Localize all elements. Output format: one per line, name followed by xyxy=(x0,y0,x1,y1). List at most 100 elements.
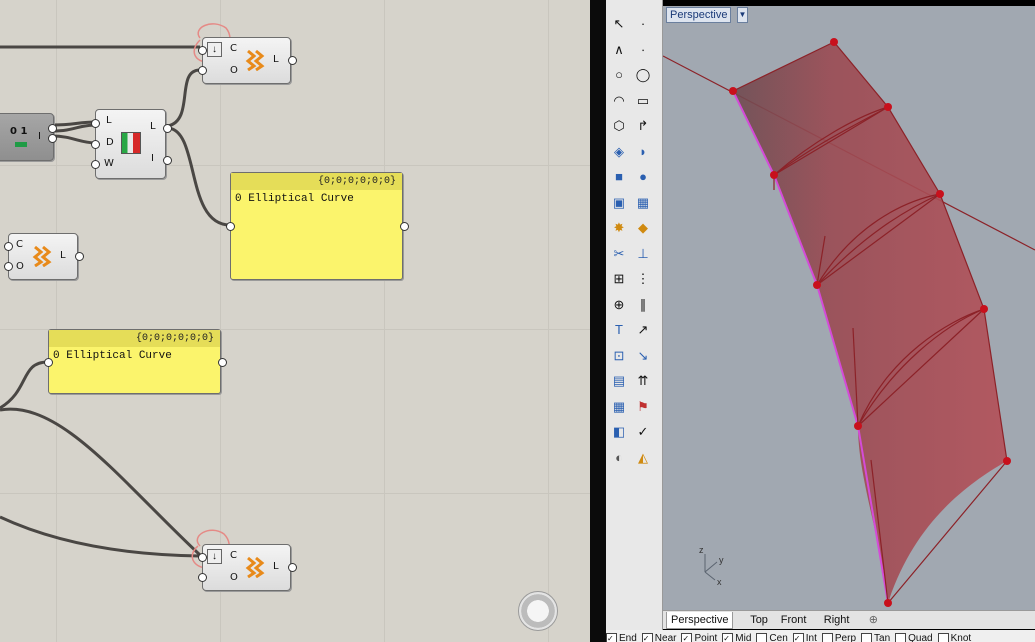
navigation-wheel-icon[interactable] xyxy=(518,591,558,631)
input-grip[interactable] xyxy=(91,119,100,128)
checkbox[interactable]: ✓ xyxy=(606,632,617,642)
osnap-mid[interactable]: ✓ Mid xyxy=(722,630,751,642)
output-grip[interactable] xyxy=(400,222,409,231)
loft-icon[interactable]: ◗ xyxy=(633,142,653,162)
snap-icon[interactable]: ⚑ xyxy=(633,397,653,417)
properties-icon[interactable]: ⇈ xyxy=(633,371,653,391)
fillet-icon[interactable]: ↱ xyxy=(633,116,653,136)
rhino-toolbar: ↖ · ∧ ∙ ○ ◯ ◠ ▭ ⬡ ↱ ◈ ◗ ■ ● ▣ ▦ ✸ ◆ ✂ ⊥ ⊞ ⋮ ⊕ ∥ T ↗ ⊡ ↘ ▤ ⇈ ▦ ⚑ ◧ ✓ ◐ ◭ xyxy=(606,0,663,630)
input-grip[interactable] xyxy=(91,140,100,149)
checkbox[interactable] xyxy=(861,632,873,642)
checkbox[interactable]: ✓ xyxy=(792,632,804,642)
array-icon[interactable]: ⋮ xyxy=(633,269,653,289)
osnap-end[interactable]: ✓ End xyxy=(606,630,637,642)
checkbox[interactable]: ✓ xyxy=(641,632,653,642)
polygon-icon[interactable]: ⬡ xyxy=(609,116,629,136)
viewport-title[interactable]: Perspective xyxy=(666,7,732,23)
osnap-tan[interactable]: Tan xyxy=(861,630,890,642)
cylinder-icon[interactable]: ▣ xyxy=(609,193,629,213)
layer-icon[interactable]: ◧ xyxy=(609,422,629,442)
arc-icon[interactable]: ◠ xyxy=(609,91,629,111)
analysis-icon[interactable]: ↘ xyxy=(633,346,653,366)
circle-icon[interactable]: ○ xyxy=(609,65,629,85)
panel-path-header: {0;0;0;0;0;0} xyxy=(231,173,402,190)
curve-component-left[interactable]: C O L xyxy=(4,233,84,280)
shade-icon[interactable]: ◐ xyxy=(609,448,629,468)
osnap-quad[interactable]: Quad xyxy=(895,630,933,642)
perspective-viewport[interactable]: z y x Perspective ▼ xyxy=(663,6,1035,610)
add-tab-icon[interactable]: ⊕ xyxy=(865,612,882,628)
output-grip[interactable] xyxy=(48,124,57,133)
checkbox[interactable]: ✓ xyxy=(681,632,693,642)
checkbox[interactable] xyxy=(937,632,949,642)
tab-right[interactable]: Right xyxy=(820,612,854,628)
output-grip[interactable] xyxy=(288,56,297,65)
flatten-icon[interactable]: ↓ xyxy=(207,549,222,564)
checkbox[interactable] xyxy=(756,632,768,642)
explode-icon[interactable]: ✸ xyxy=(609,218,629,238)
input-grip[interactable] xyxy=(198,573,207,582)
check-icon[interactable]: ✓ xyxy=(633,422,653,442)
sphere-icon[interactable]: ● xyxy=(633,167,653,187)
input-grip[interactable] xyxy=(44,358,53,367)
grid-icon[interactable]: ▦ xyxy=(609,397,629,417)
rectangle-icon[interactable]: ▭ xyxy=(633,91,653,111)
osnap-cen[interactable]: Cen xyxy=(756,630,788,642)
tab-top[interactable]: Top xyxy=(746,612,772,628)
dimension-icon[interactable]: ↗ xyxy=(633,320,653,340)
list-item-component[interactable]: L D W L I xyxy=(91,109,172,179)
input-grip[interactable] xyxy=(4,242,13,251)
osnap-point[interactable]: ✓ Point xyxy=(681,630,717,642)
polyline-icon[interactable]: ∧ xyxy=(609,40,629,60)
input-grip[interactable] xyxy=(226,222,235,231)
input-grip[interactable] xyxy=(4,262,13,271)
group-icon[interactable]: ⊞ xyxy=(609,269,629,289)
input-grip[interactable] xyxy=(198,553,207,562)
boolean-icon[interactable]: ◆ xyxy=(633,218,653,238)
join-icon[interactable]: ⊕ xyxy=(609,295,629,315)
point-icon[interactable]: · xyxy=(633,14,653,34)
curve-component-top[interactable]: ↓ C O L xyxy=(198,37,297,84)
select-icon[interactable]: ↖ xyxy=(609,14,629,34)
wire xyxy=(167,126,231,227)
output-grip[interactable] xyxy=(163,124,172,133)
offset-icon[interactable]: ∥ xyxy=(633,295,653,315)
text-panel[interactable]: {0;0;0;0;0;0} 0 Elliptical Curve xyxy=(226,172,409,280)
viewport-canvas[interactable]: z y x xyxy=(663,6,1035,610)
checkbox[interactable] xyxy=(821,632,833,642)
transform-icon[interactable]: ⊡ xyxy=(609,346,629,366)
curve-component-bottom[interactable]: ↓ C O L xyxy=(198,544,297,591)
pane-divider[interactable] xyxy=(590,0,606,642)
grasshopper-canvas[interactable]: ↓ C O L 0 1 I L D W L I C O L ↓ C O L {0… xyxy=(0,0,590,642)
input-grip[interactable] xyxy=(198,46,207,55)
input-grip[interactable] xyxy=(91,160,100,169)
output-grip[interactable] xyxy=(75,252,84,261)
trim-icon[interactable]: ⊥ xyxy=(633,244,653,264)
output-grip[interactable] xyxy=(288,563,297,572)
chevron-down-icon[interactable]: ▼ xyxy=(737,7,748,23)
curve-icon[interactable]: ∙ xyxy=(633,40,653,60)
text-icon[interactable]: T xyxy=(609,320,629,340)
material-icon[interactable]: ◭ xyxy=(633,448,653,468)
checkbox[interactable]: ✓ xyxy=(722,632,734,642)
tab-perspective[interactable]: Perspective xyxy=(666,612,734,629)
render-icon[interactable]: ▤ xyxy=(609,371,629,391)
tab-front[interactable]: Front xyxy=(777,612,811,628)
input-grip[interactable] xyxy=(198,66,207,75)
osnap-perp[interactable]: Perp xyxy=(821,630,856,642)
osnap-near[interactable]: ✓ Near xyxy=(641,630,676,642)
osnap-knot[interactable]: Knot xyxy=(937,630,971,642)
output-grip[interactable] xyxy=(218,358,227,367)
output-grip[interactable] xyxy=(163,156,172,165)
mesh-icon[interactable]: ▦ xyxy=(633,193,653,213)
checkbox[interactable] xyxy=(895,632,907,642)
split-icon[interactable]: ✂ xyxy=(609,244,629,264)
box-icon[interactable]: ■ xyxy=(609,167,629,187)
surface-icon[interactable]: ◈ xyxy=(609,142,629,162)
text-panel[interactable]: {0;0;0;0;0;0} 0 Elliptical Curve xyxy=(44,329,227,394)
number-slider-component[interactable]: 0 1 I xyxy=(0,113,57,161)
ellipse-icon[interactable]: ◯ xyxy=(633,65,653,85)
flatten-icon[interactable]: ↓ xyxy=(207,42,222,57)
output-grip[interactable] xyxy=(48,134,57,143)
osnap-int[interactable]: ✓ Int xyxy=(792,630,817,642)
